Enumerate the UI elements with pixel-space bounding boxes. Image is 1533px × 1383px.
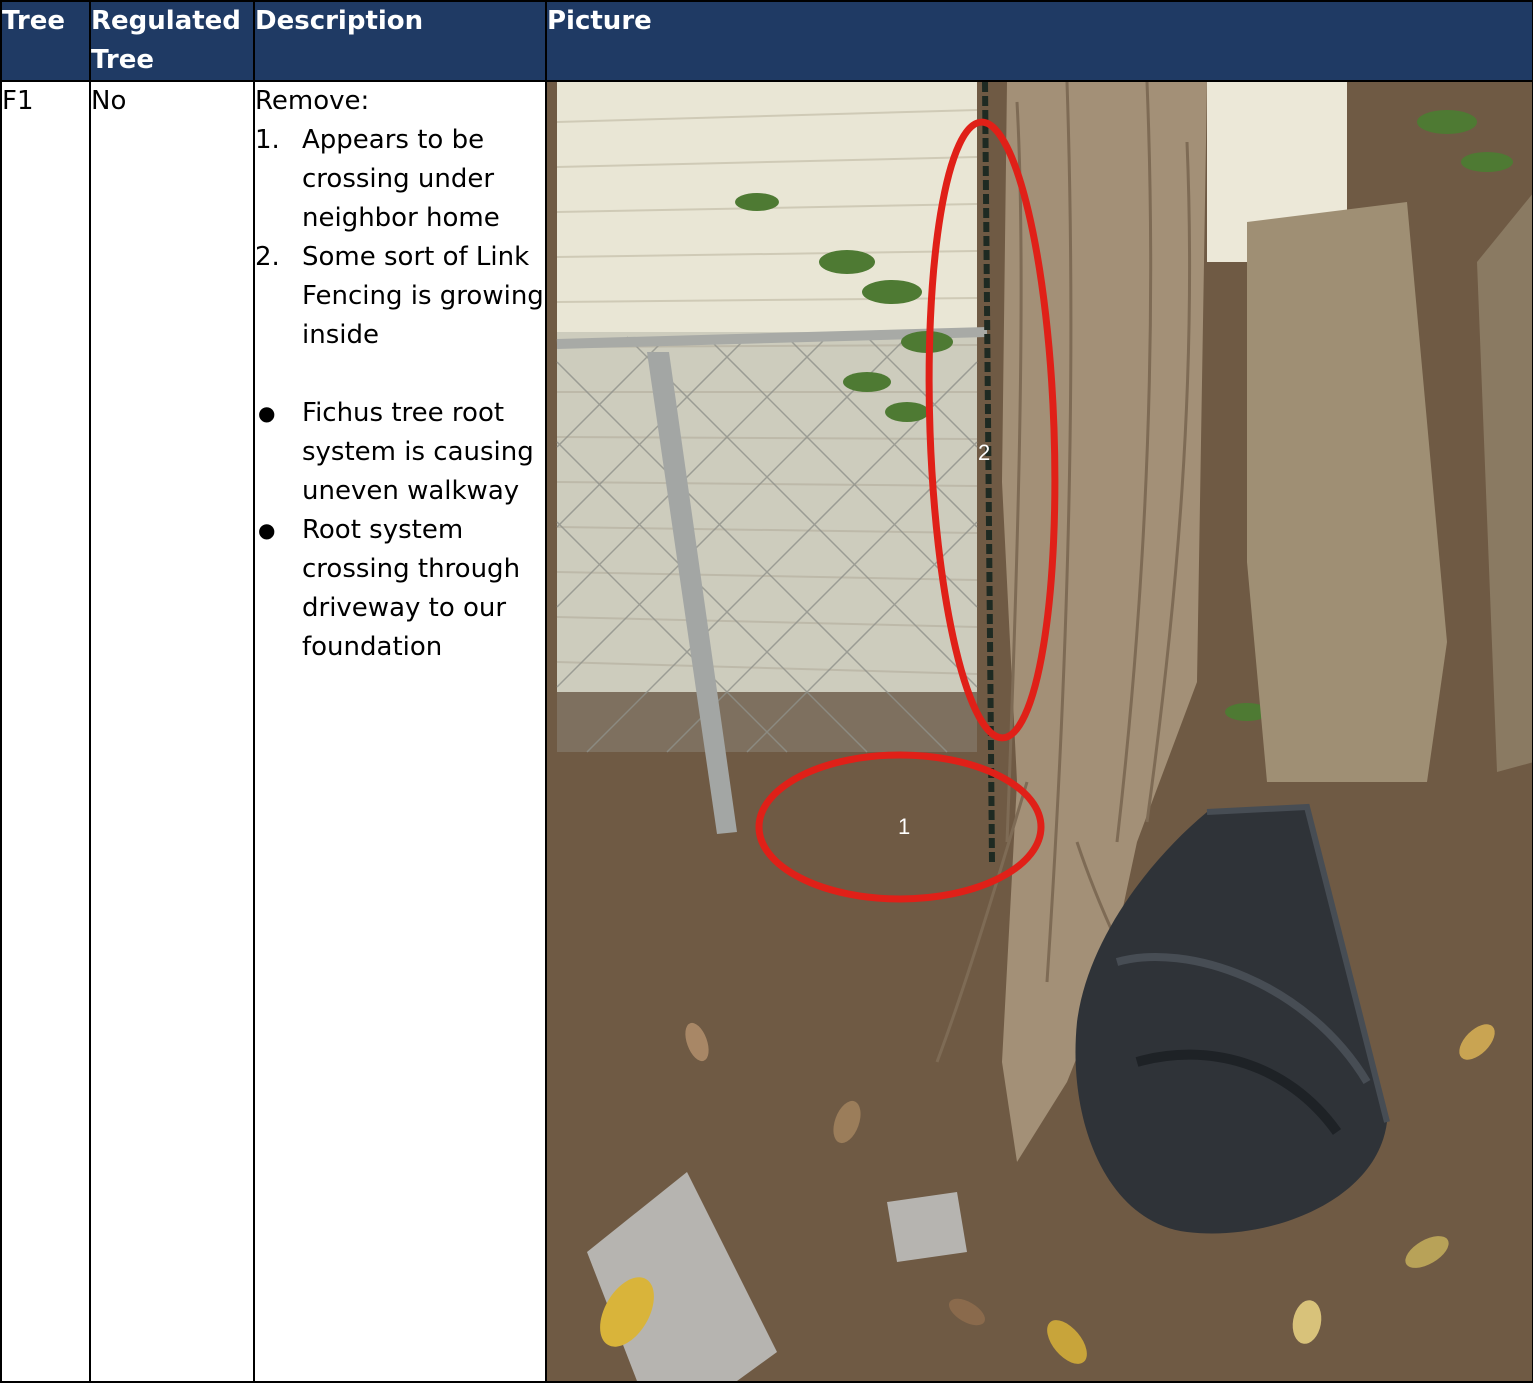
- numbered-item: Appears to be crossing under neighbor ho…: [255, 121, 500, 233]
- annotation-label-1: 1: [898, 814, 910, 839]
- tree-table: Tree Regulated Tree Description Picture …: [0, 0, 1533, 1383]
- bullet-item: Fichus tree root system is causing uneve…: [258, 394, 545, 511]
- header-row: Tree Regulated Tree Description Picture: [0, 0, 1533, 82]
- cell-picture: 1 2: [545, 80, 1533, 1383]
- annotation-label-2: 2: [978, 440, 990, 465]
- numbered-list: Appears to be crossing under neighbor ho…: [255, 121, 545, 355]
- description-heading: Remove:: [255, 86, 370, 116]
- numbered-item: Some sort of Link Fencing is growing ins…: [255, 238, 544, 350]
- header-regulated-tree: Regulated Tree: [89, 0, 255, 82]
- tree-photo: 1 2: [548, 83, 1531, 1380]
- table-row: F1 No Remove: Appears to be crossing und…: [0, 80, 1533, 1383]
- header-tree: Tree: [0, 0, 91, 82]
- header-description: Description: [253, 0, 547, 82]
- bullet-list: Fichus tree root system is causing uneve…: [255, 394, 545, 667]
- bullet-item: Root system crossing through driveway to…: [258, 511, 545, 667]
- cell-tree-id: F1: [0, 80, 91, 1383]
- cell-regulated: No: [89, 80, 255, 1383]
- header-picture: Picture: [545, 0, 1533, 82]
- cell-description: Remove: Appears to be crossing under nei…: [253, 80, 547, 1383]
